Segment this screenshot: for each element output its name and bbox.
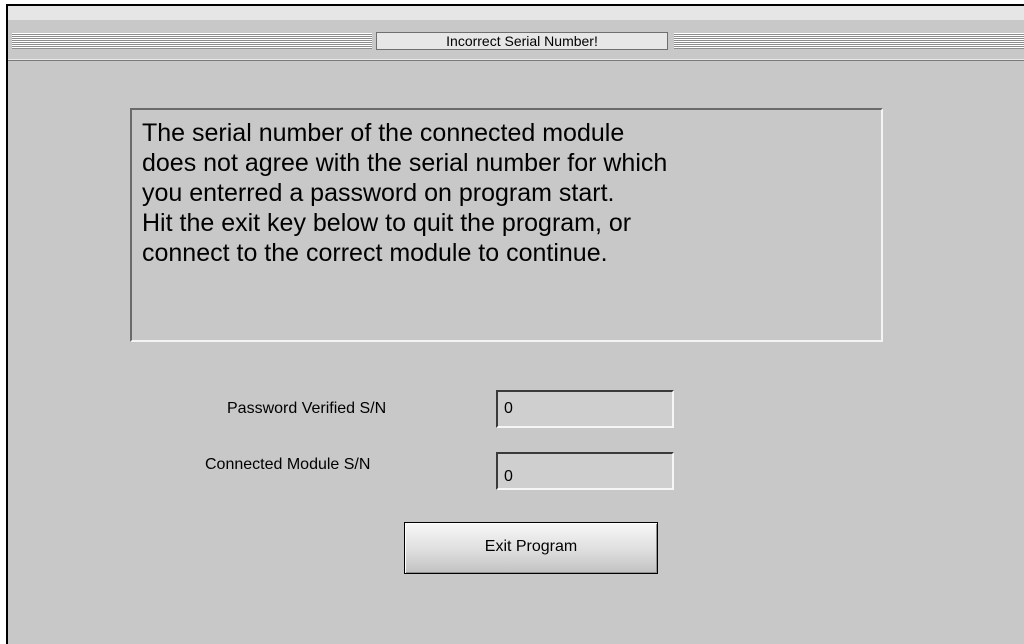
title-bar-grip-left	[12, 33, 372, 49]
dialog-title: Incorrect Serial Number!	[376, 32, 668, 50]
message-box: The serial number of the connected modul…	[130, 108, 883, 342]
exit-program-button[interactable]: Exit Program	[404, 522, 658, 574]
message-line: does not agree with the serial number fo…	[142, 149, 668, 177]
message-line: you enterred a password on program start…	[142, 179, 615, 207]
password-verified-sn-field[interactable]: 0	[496, 390, 674, 428]
title-bar-grip-right	[674, 33, 1024, 49]
message-line: Hit the exit key below to quit the progr…	[142, 209, 632, 237]
connected-module-sn-label: Connected Module S/N	[205, 456, 371, 473]
window-top-strip	[8, 6, 1024, 21]
password-verified-sn-label: Password Verified S/N	[227, 400, 387, 417]
connected-module-sn-field[interactable]: 0	[496, 452, 674, 490]
message-line: connect to the correct module to continu…	[142, 239, 608, 267]
message-line: The serial number of the connected modul…	[142, 119, 625, 147]
title-bar[interactable]: Incorrect Serial Number!	[8, 20, 1024, 61]
